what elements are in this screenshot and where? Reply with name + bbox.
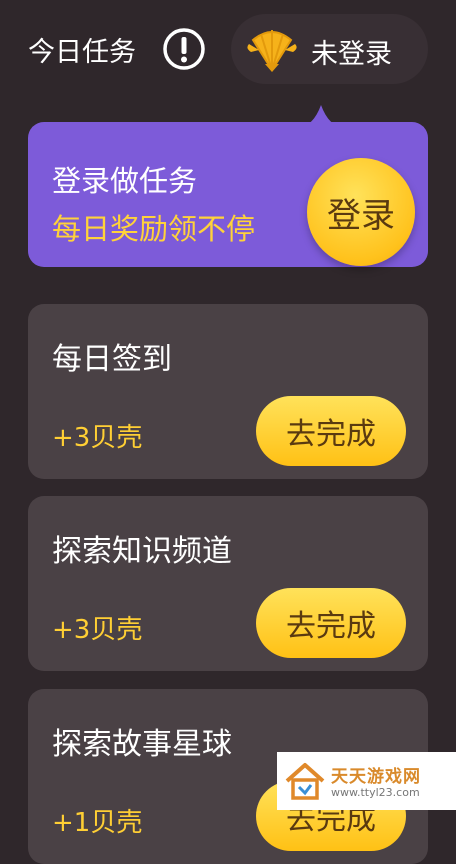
header: 今日任务 未登录 <box>0 0 456 100</box>
login-status-text: 未登录 <box>311 39 392 70</box>
watermark: 天天游戏网 www.ttyl23.com <box>277 752 456 810</box>
task-name: 探索知识频道 <box>52 534 232 569</box>
banner-subtitle: 每日奖励领不停 <box>52 212 256 246</box>
login-button[interactable]: 登录 <box>307 158 415 266</box>
go-complete-button[interactable]: 去完成 <box>256 396 406 466</box>
banner-title: 登录做任务 <box>52 164 198 198</box>
login-banner: 登录做任务 每日奖励领不停 登录 <box>28 122 428 267</box>
shell-icon <box>247 30 297 72</box>
watermark-name: 天天游戏网 <box>331 767 421 787</box>
house-logo-icon <box>285 763 325 800</box>
task-card-daily-checkin: 每日签到 +3贝壳 去完成 <box>28 304 428 479</box>
task-reward: +1贝壳 <box>52 808 143 838</box>
go-complete-button[interactable]: 去完成 <box>256 588 406 658</box>
task-reward: +3贝壳 <box>52 423 143 453</box>
login-status-pill[interactable]: 未登录 <box>231 14 428 84</box>
task-reward: +3贝壳 <box>52 615 143 645</box>
watermark-url: www.ttyl23.com <box>331 786 420 799</box>
task-name: 每日签到 <box>52 342 172 377</box>
task-card-explore-knowledge: 探索知识频道 +3贝壳 去完成 <box>28 496 428 671</box>
exclamation-circle-icon[interactable] <box>162 27 206 71</box>
task-name: 探索故事星球 <box>52 727 232 762</box>
page-title: 今日任务 <box>28 37 136 68</box>
